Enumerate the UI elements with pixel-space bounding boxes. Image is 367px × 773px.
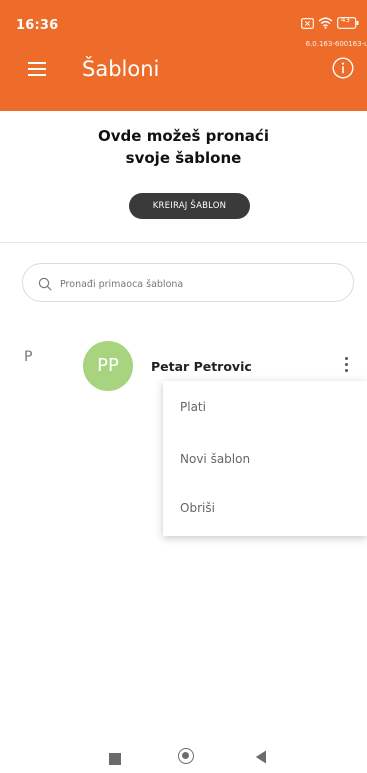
menu-item-new-template[interactable]: Novi šablon [180, 452, 250, 466]
triangle-back-icon[interactable] [255, 749, 267, 768]
menu-item-pay[interactable]: Plati [180, 400, 206, 414]
square-recents-icon[interactable] [109, 750, 121, 769]
create-template-button[interactable]: KREIRAJ ŠABLON [129, 193, 250, 219]
contact-name[interactable]: Petar Petrovic [151, 359, 252, 374]
empty-state: Ovde možeš pronaći svoje šablone KREIRAJ… [0, 111, 367, 242]
circle-home-icon[interactable] [178, 748, 194, 764]
hamburger-menu-icon[interactable] [28, 62, 46, 76]
empty-state-title: Ovde možeš pronaći svoje šablone [0, 125, 367, 169]
contact-group-letter: P [24, 349, 33, 365]
search-icon [38, 276, 52, 291]
search-input[interactable] [58, 272, 342, 296]
empty-state-title-line1: Ovde možeš pronaći [98, 127, 269, 145]
empty-state-title-line2: svoje šablone [125, 149, 242, 167]
more-vertical-icon[interactable] [343, 357, 349, 375]
search-box[interactable] [22, 263, 354, 302]
battery-level: 43 [341, 16, 350, 24]
status-time: 16:36 [16, 18, 59, 33]
app-version: 6.0.163-600163-ud [305, 40, 367, 48]
page-title: Šabloni [82, 57, 160, 81]
sim-card-icon [301, 14, 314, 33]
menu-item-delete[interactable]: Obriši [180, 501, 215, 515]
context-menu: Plati Novi šablon Obriši [163, 381, 367, 536]
app-header: 16:36 43 6.0.163-600163-ud Šabloni [0, 0, 367, 111]
status-icons: 43 [301, 14, 359, 33]
section-divider [0, 242, 367, 243]
battery-icon: 43 [337, 14, 359, 33]
avatar[interactable]: PP [83, 341, 133, 391]
info-circle-icon[interactable] [332, 57, 354, 79]
wifi-icon [318, 14, 333, 33]
